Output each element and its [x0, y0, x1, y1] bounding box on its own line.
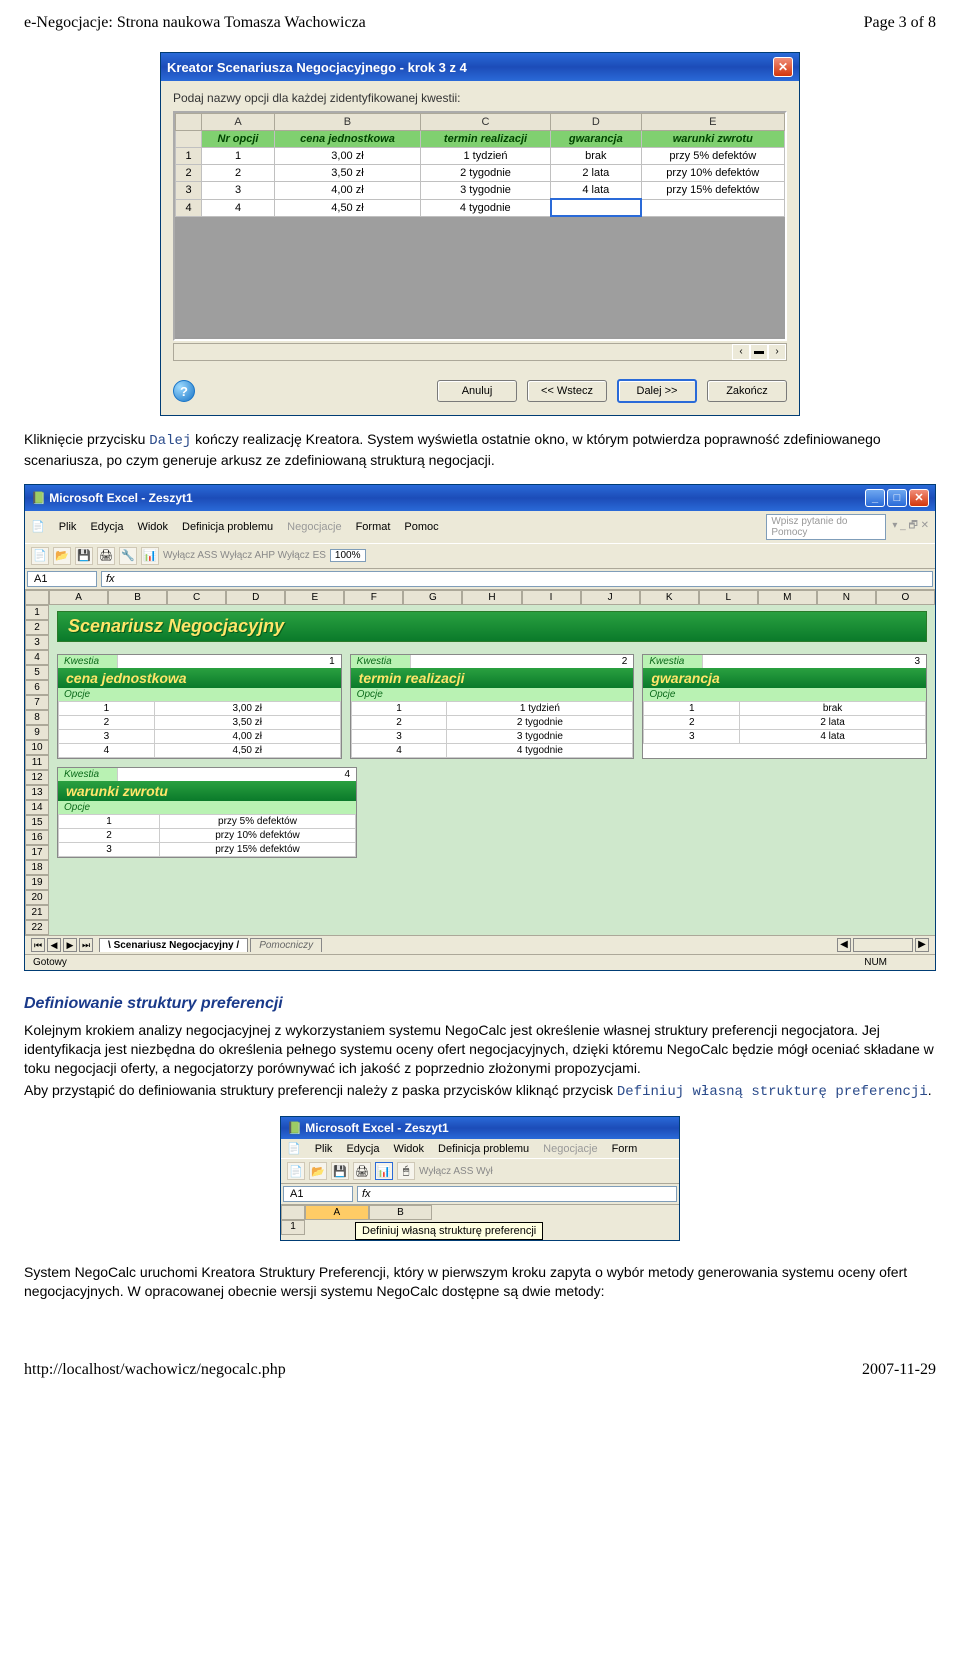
kwestia-box: Kwestia3gwarancjaOpcje1brak22 lata34 lat…	[642, 654, 927, 759]
formula-bar[interactable]: fx	[101, 571, 933, 587]
page-header-left: e-Negocjacje: Strona naukowa Tomasza Wac…	[24, 14, 366, 32]
options-grid[interactable]: A B C D E Nr opcji cena jednostkowa term…	[173, 111, 787, 341]
section-heading: Definiowanie struktury preferencji	[24, 995, 936, 1013]
horizontal-scrollbar[interactable]: ‹ ▬ ›	[173, 343, 787, 361]
open-icon[interactable]: 📂	[53, 547, 71, 565]
new-icon[interactable]: 📄	[287, 1162, 305, 1180]
formula-bar[interactable]: fx	[357, 1186, 677, 1202]
scroll-thumb[interactable]	[853, 938, 913, 952]
save-icon[interactable]: 💾	[331, 1162, 349, 1180]
custom-icon[interactable]: 🔧	[119, 547, 137, 565]
back-button[interactable]: << Wstecz	[527, 380, 607, 402]
sheet-tabs: ⏮ ◀ ▶ ⏭ \ Scenariusz Negocjacyjny / Pomo…	[25, 935, 935, 954]
menu-item[interactable]: Pomoc	[404, 521, 438, 533]
scroll-right-icon[interactable]: ›	[768, 344, 786, 360]
cancel-button[interactable]: Anuluj	[437, 380, 517, 402]
help-icon[interactable]: ?	[173, 380, 195, 402]
new-icon[interactable]: 📄	[31, 547, 49, 565]
row-number: 1	[281, 1220, 305, 1235]
custom-icon[interactable]: 🖱	[397, 1162, 415, 1180]
header-row: Nr opcji cena jednostkowa termin realiza…	[176, 131, 785, 148]
table-row[interactable]: 2 2 3,50 zł 2 tygodnie 2 lata przy 10% d…	[176, 165, 785, 182]
table-row[interactable]: 3 3 4,00 zł 3 tygodnie 4 lata przy 15% d…	[176, 182, 785, 200]
menu-item[interactable]: Definicja problemu	[438, 1143, 529, 1155]
paragraph-2b: Aby przystąpić do definiowania struktury…	[24, 1081, 936, 1102]
row-numbers: 12345678910111213141516171819202122	[25, 605, 49, 935]
print-icon[interactable]: 🖨	[353, 1162, 371, 1180]
menu-item[interactable]: Form	[612, 1143, 638, 1155]
column-headers: ABC DEF GHI JKL MNO	[25, 590, 935, 605]
kwestia-box: Kwestia2termin realizacjiOpcje11 tydzień…	[350, 654, 635, 759]
menubar: 📄 Plik Edycja Widok Definicja problemu N…	[25, 511, 935, 543]
save-icon[interactable]: 💾	[75, 547, 93, 565]
finish-button[interactable]: Zakończ	[707, 380, 787, 402]
menu-item[interactable]: Edycja	[90, 521, 123, 533]
toolbar-tail: Wyłącz ASS Wył	[419, 1166, 493, 1177]
print-icon[interactable]: 🖨	[97, 547, 115, 565]
page-footer-left: http://localhost/wachowicz/negocalc.php	[24, 1361, 286, 1379]
tab-last-icon[interactable]: ⏭	[79, 938, 93, 952]
paragraph-1: Kliknięcie przycisku Dalej kończy realiz…	[24, 430, 936, 470]
help-search-input[interactable]: Wpisz pytanie do Pomocy	[766, 514, 886, 540]
tooltip: Definiuj własną strukturę preferencji	[355, 1222, 543, 1240]
excel-title: 📗 Microsoft Excel - Zeszyt1	[31, 491, 193, 505]
page-footer-right: 2007-11-29	[862, 1361, 936, 1379]
close-icon[interactable]: ✕	[909, 489, 929, 507]
kwestia-box: Kwestia1cena jednostkowaOpcje13,00 zł23,…	[57, 654, 342, 759]
tab-next-icon[interactable]: ▶	[63, 938, 77, 952]
paragraph-2: Kolejnym krokiem analizy negocjacyjnej z…	[24, 1021, 936, 1078]
page-header-right: Page 3 of 8	[864, 14, 936, 32]
menu-item[interactable]: Definicja problemu	[182, 521, 273, 533]
excel-mini-icon: 📄	[31, 520, 45, 533]
status-bar: Gotowy NUM	[25, 954, 935, 970]
tab-prev-icon[interactable]: ◀	[47, 938, 61, 952]
toolbar: 📄 📂 💾 🖨 🔧 📊 Wyłącz ASS Wyłącz AHP Wyłącz…	[25, 543, 935, 569]
menu-item[interactable]: Negocjacje	[287, 521, 341, 533]
open-icon[interactable]: 📂	[309, 1162, 327, 1180]
dialog-title: Kreator Scenariusza Negocjacyjnego - kro…	[167, 60, 467, 75]
define-preferences-button[interactable]: 📊	[375, 1162, 393, 1180]
menu-item[interactable]: Edycja	[346, 1143, 379, 1155]
excel-mini-icon: 📄	[287, 1142, 301, 1155]
column-letters-row: A B C D E	[176, 114, 785, 131]
tab-first-icon[interactable]: ⏮	[31, 938, 45, 952]
next-button[interactable]: Dalej >>	[617, 379, 697, 403]
minimize-icon[interactable]: _	[865, 489, 885, 507]
table-row[interactable]: 4 4 4,50 zł 4 tygodnie	[176, 199, 785, 216]
zoom-field[interactable]: 100%	[330, 549, 366, 562]
menu-item[interactable]: Plik	[315, 1143, 333, 1155]
scenario-title: Scenariusz Negocjacyjny	[57, 611, 927, 642]
name-box[interactable]: A1	[283, 1186, 353, 1202]
menu-item[interactable]: Widok	[137, 521, 168, 533]
custom-icon[interactable]: 📊	[141, 547, 159, 565]
excel-window-2: 📗 Microsoft Excel - Zeszyt1 📄 Plik Edycj…	[280, 1116, 680, 1241]
menu-item[interactable]: Widok	[393, 1143, 424, 1155]
table-row[interactable]: 1 1 3,00 zł 1 tydzień brak przy 5% defek…	[176, 148, 785, 165]
menu-item[interactable]: Negocjacje	[543, 1143, 597, 1155]
menu-item[interactable]: Format	[356, 521, 391, 533]
name-box[interactable]: A1	[27, 571, 97, 587]
excel2-title: 📗 Microsoft Excel - Zeszyt1	[287, 1121, 449, 1135]
scroll-left-icon[interactable]: ◀	[837, 938, 851, 952]
close-icon[interactable]: ✕	[773, 57, 793, 77]
toolbar-text: Wyłącz ASS Wyłącz AHP Wyłącz ES	[163, 550, 326, 561]
menu-item[interactable]: Plik	[59, 521, 77, 533]
scroll-thumb[interactable]: ▬	[750, 344, 768, 360]
sheet-tab-inactive[interactable]: Pomocniczy	[250, 938, 322, 952]
sheet-tab-active[interactable]: \ Scenariusz Negocjacyjny /	[99, 938, 248, 952]
dialog-prompt: Podaj nazwy opcji dla każdej zidentyfiko…	[161, 81, 799, 111]
sheet-canvas[interactable]: Scenariusz Negocjacyjny Kwestia1cena jed…	[49, 605, 935, 935]
scroll-left-icon[interactable]: ‹	[732, 344, 750, 360]
excel-window-1: 📗 Microsoft Excel - Zeszyt1 _ □ ✕ 📄 Plik…	[24, 484, 936, 971]
scroll-right-icon[interactable]: ▶	[915, 938, 929, 952]
maximize-icon[interactable]: □	[887, 489, 907, 507]
wizard-dialog: Kreator Scenariusza Negocjacyjnego - kro…	[160, 52, 800, 416]
kwestia-box: Kwestia4warunki zwrotuOpcje1przy 5% defe…	[57, 767, 357, 858]
paragraph-3: System NegoCalc uruchomi Kreatora Strukt…	[24, 1263, 936, 1301]
